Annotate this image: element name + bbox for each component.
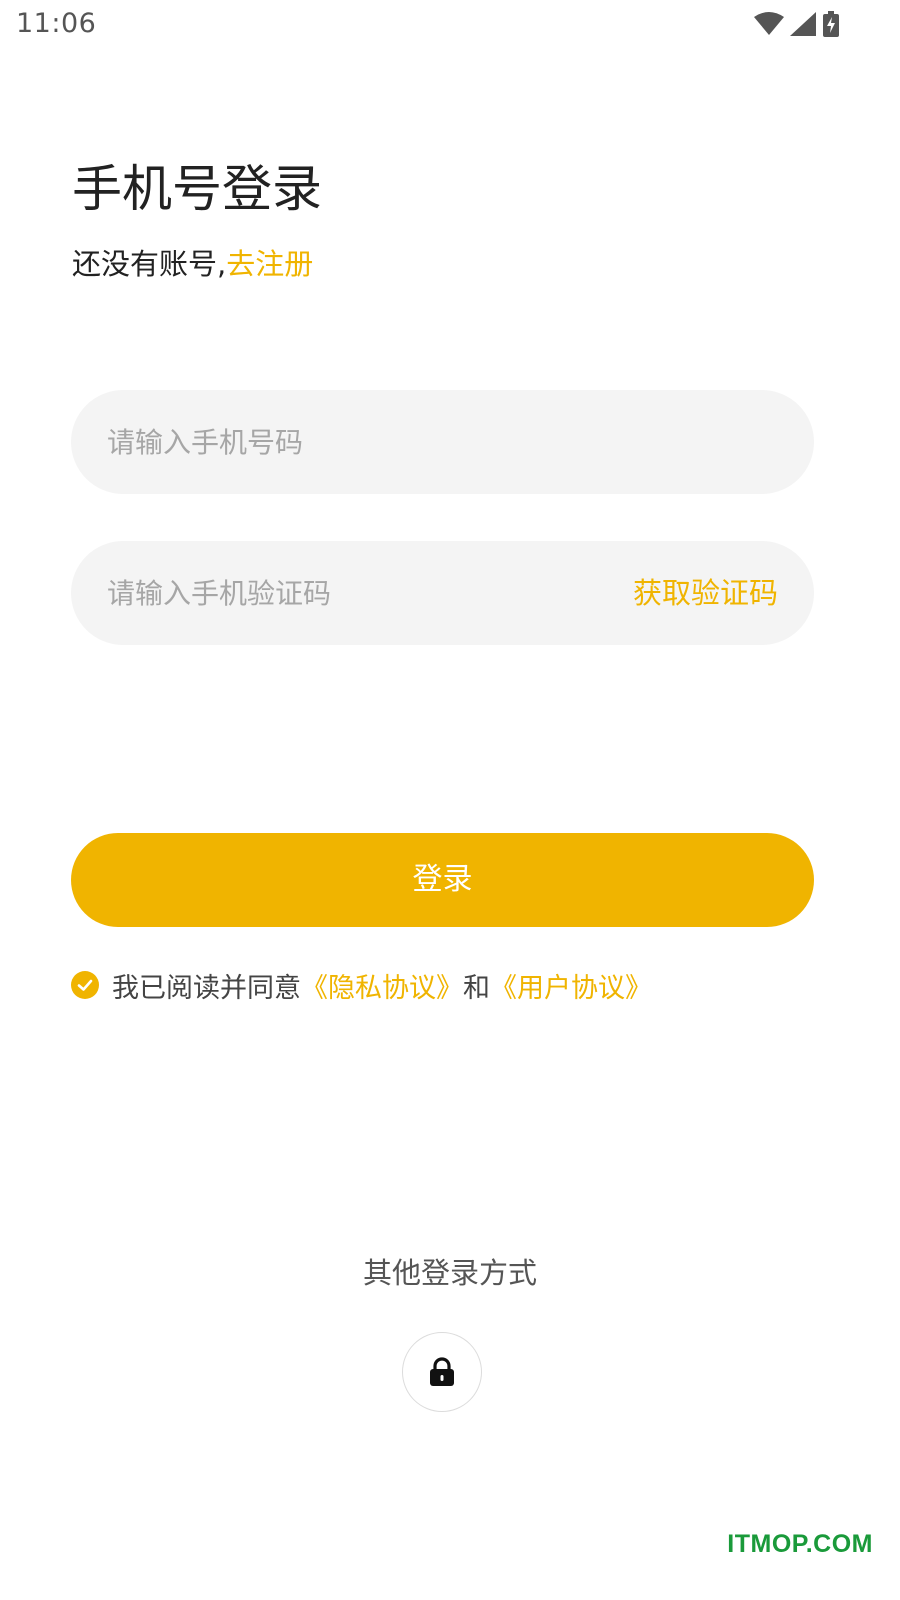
- wifi-icon: [754, 12, 784, 36]
- other-login-button[interactable]: [402, 1332, 482, 1412]
- status-bar: 11:06: [0, 0, 900, 52]
- register-prompt: 还没有账号,去注册: [72, 244, 313, 284]
- register-prompt-text: 还没有账号,: [72, 247, 227, 281]
- watermark: ITMOP.COM: [727, 1530, 873, 1558]
- login-button[interactable]: 登录: [71, 833, 814, 927]
- other-login-title: 其他登录方式: [362, 1256, 537, 1290]
- login-screen: 11:06 手机号登录 还没有账号,去注册 请输入手机号码 请输入手机验证码 获…: [0, 0, 900, 1600]
- verification-code-input[interactable]: [107, 541, 587, 645]
- user-agreement-link[interactable]: 《用户协议》: [490, 966, 652, 1005]
- get-code-button[interactable]: 获取验证码: [633, 541, 778, 645]
- register-link[interactable]: 去注册: [226, 247, 313, 281]
- page-title: 手机号登录: [72, 160, 322, 218]
- privacy-policy-link[interactable]: 《隐私协议》: [301, 966, 463, 1005]
- lock-icon: [430, 1357, 454, 1386]
- battery-charging-icon: [822, 11, 840, 37]
- check-icon: [77, 979, 93, 991]
- agreement-row: 我已阅读并同意 《隐私协议》 和 《用户协议》: [71, 965, 652, 1005]
- status-icons: [754, 10, 840, 38]
- signal-icon: [790, 12, 816, 36]
- phone-field: [71, 390, 814, 494]
- phone-input[interactable]: [107, 390, 777, 494]
- agreement-text: 我已阅读并同意: [112, 972, 301, 1004]
- agreement-checkbox[interactable]: [71, 971, 99, 999]
- verification-code-field: 获取验证码: [71, 541, 814, 645]
- agreement-conjunction: 和: [463, 972, 490, 1004]
- status-time: 11:06: [16, 8, 97, 39]
